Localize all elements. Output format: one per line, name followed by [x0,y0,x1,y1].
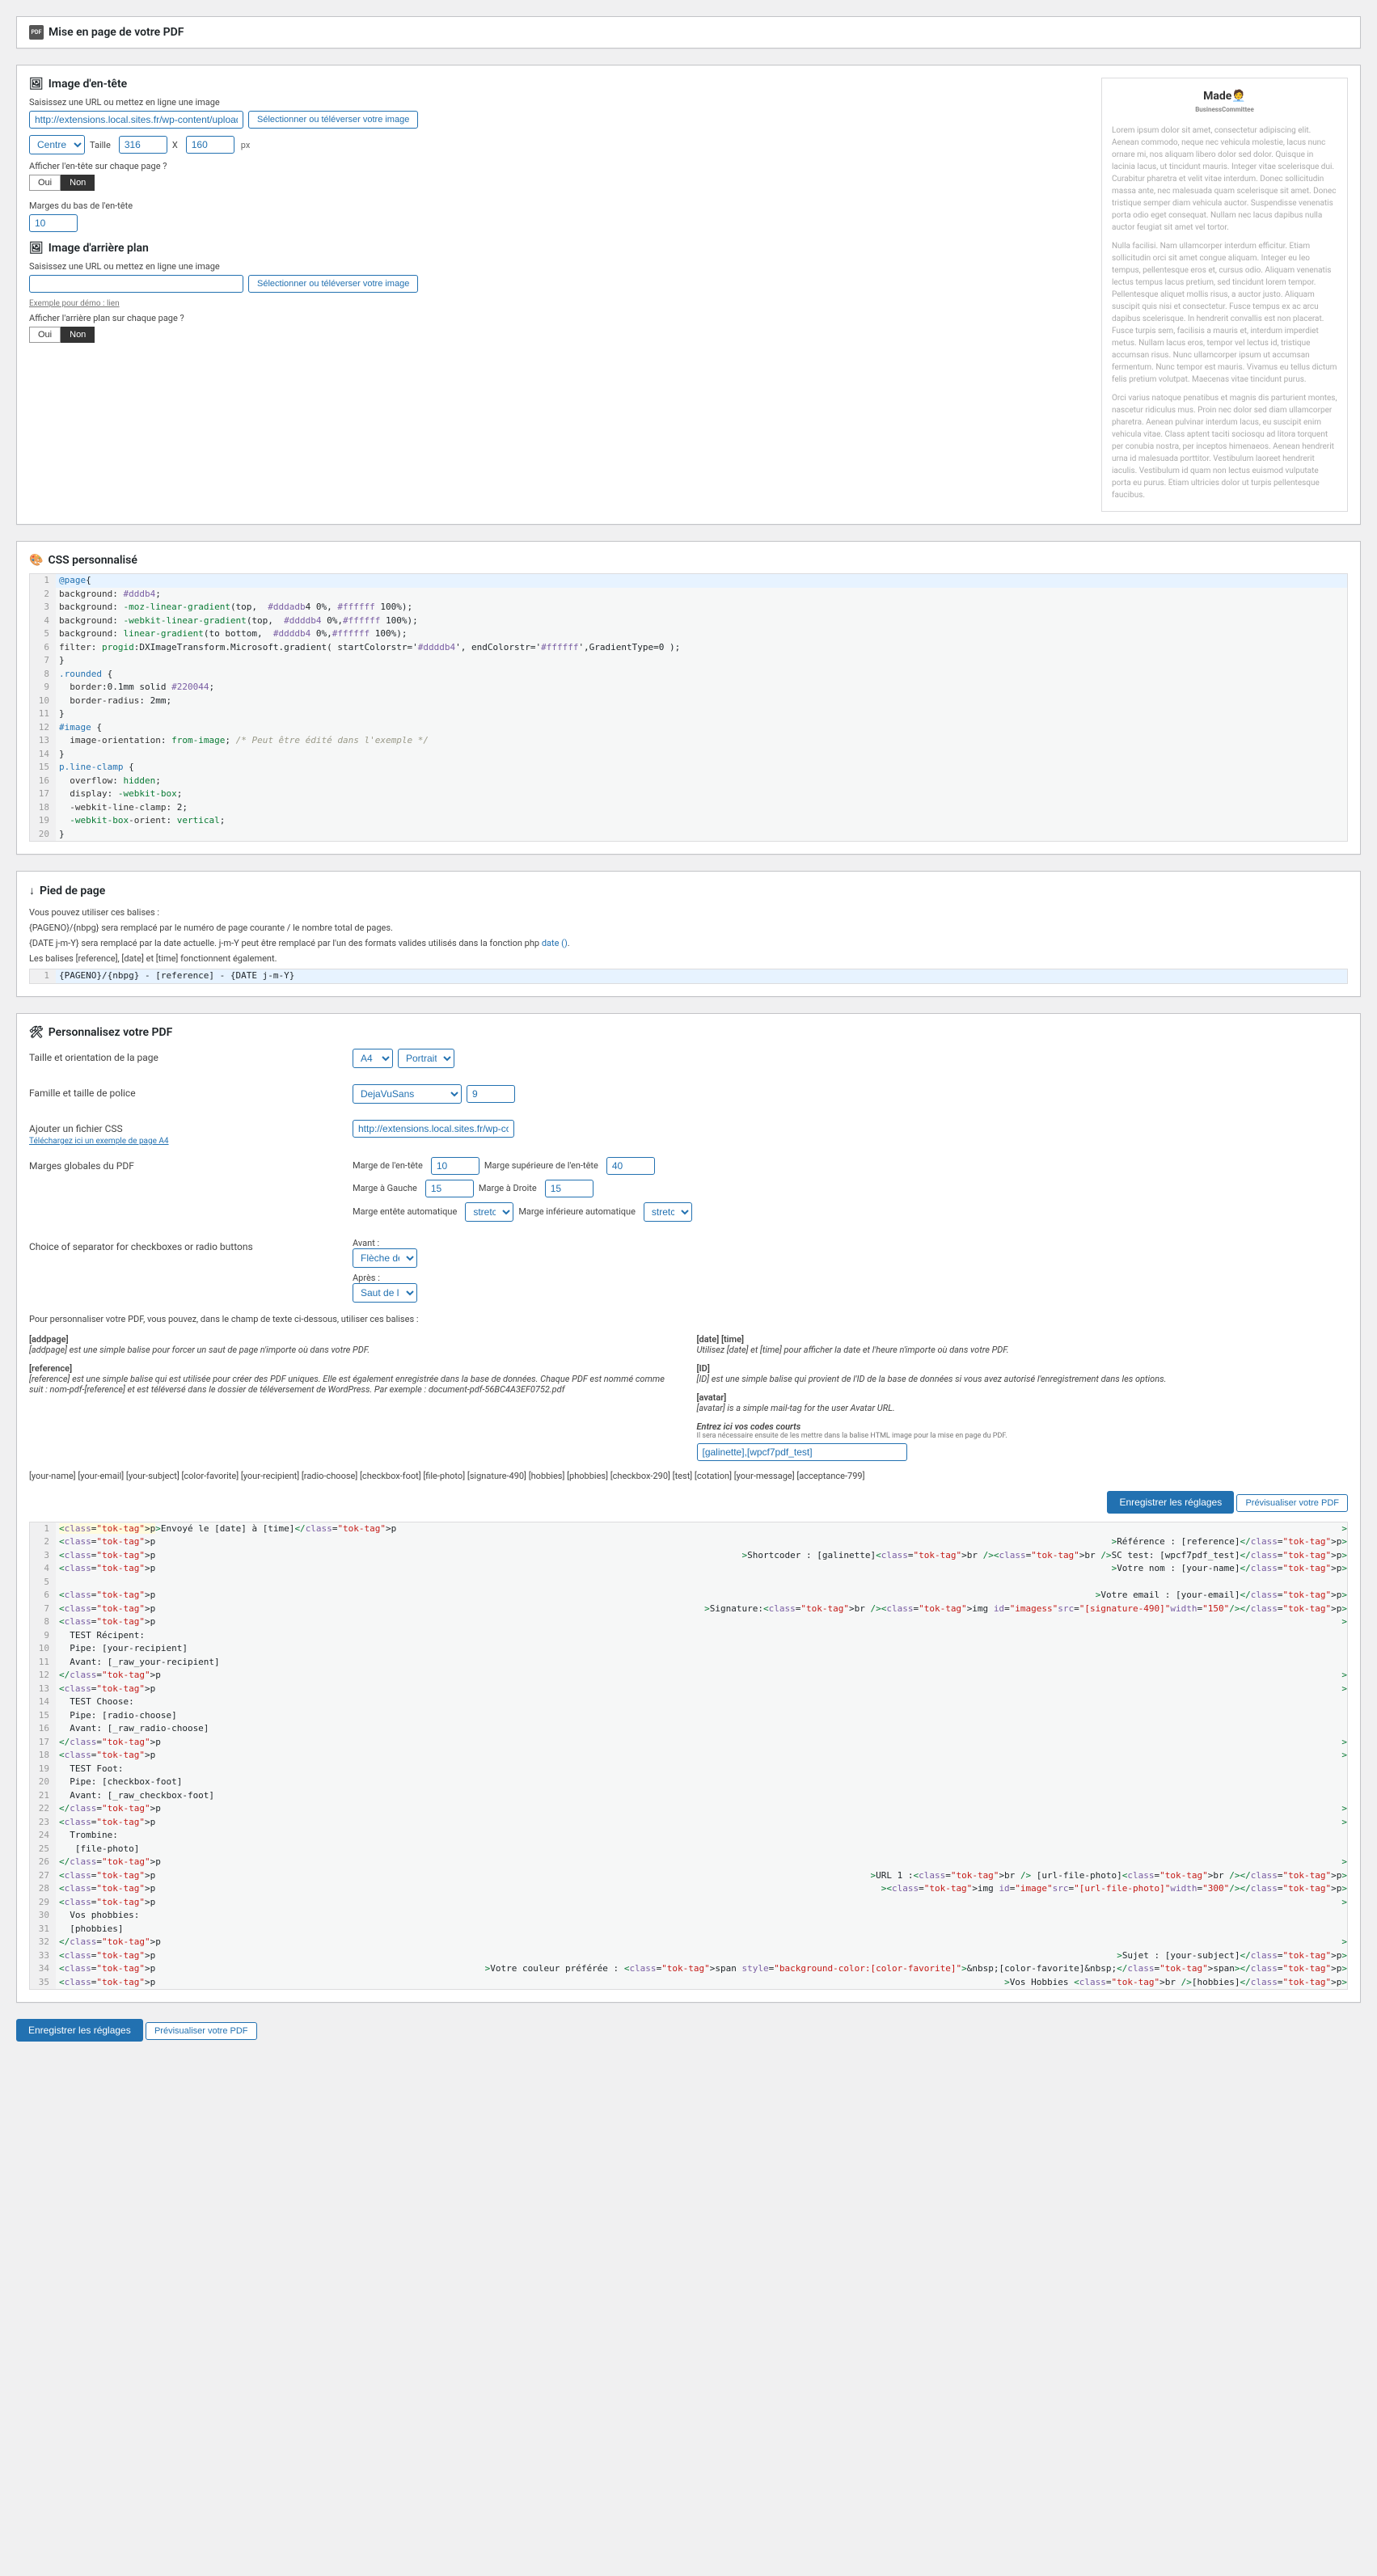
margin-right-label: Marge à Droite [479,1183,537,1193]
margin-auto-footer-select[interactable]: stretch [644,1202,692,1222]
sep-before-label: Avant : [353,1238,1345,1248]
header-height-input[interactable] [186,136,234,154]
save-button-inline[interactable]: Enregistrer les réglages [1107,1491,1234,1514]
header-url-label: Saisissez une URL ou mettez en ligne une… [29,97,1085,108]
bg-url-input[interactable] [29,275,243,293]
preview-logo-text: Made [1203,90,1231,103]
header-width-input[interactable] [119,136,167,154]
shortcodes-hint: Il sera nécessaire ensuite de les mettre… [697,1432,1349,1440]
preview-button[interactable]: Prévisualiser votre PDF [146,2022,257,2040]
header-margin-label: Marges du bas de l'en-tête [29,201,1085,211]
date-tag: [date] [time] [697,1334,1349,1345]
shortcodes-input[interactable] [697,1443,907,1461]
sep-after-label: Après : [353,1273,1345,1283]
css-icon: 🎨 [29,554,43,567]
margin-auto-header-label: Marge entête automatique [353,1206,457,1217]
preview-button-inline[interactable]: Prévisualiser votre PDF [1236,1494,1348,1512]
footer-title: Pied de page [40,885,105,897]
margin-header-input[interactable] [431,1157,479,1175]
bg-title: Image d'arrière plan [49,242,149,255]
add-css-label: Ajouter un fichier CSS [29,1123,353,1134]
sep-after-select[interactable]: Saut de ligne [353,1283,417,1303]
ref-desc: [reference] est une simple balise qui es… [29,1374,681,1395]
footer-line2: {DATE j-m-Y} sera remplacé par la date a… [29,938,1348,948]
addpage-desc: [addpage] est une simple balise pour for… [29,1345,681,1355]
avatar-desc: [avatar] is a simple mail-tag for the us… [697,1403,1349,1413]
css-hint-link[interactable]: Téléchargez ici un exemple de page A4 [29,1137,353,1146]
header-margin-input[interactable] [29,214,78,232]
font-family-select[interactable]: DejaVuSans [353,1084,462,1104]
page-title: Mise en page de votre PDF [49,26,184,39]
bg-upload-button[interactable]: Sélectionner ou téléverser votre image [248,275,418,293]
bg-demo-hint[interactable]: Exemple pour démo : lien [29,299,1085,308]
avatar-tag: [avatar] [697,1392,1349,1403]
margin-left-input[interactable] [425,1180,474,1197]
font-size-input[interactable] [467,1085,515,1103]
available-tags: [your-name] [your-email] [your-subject] … [29,1471,1348,1481]
bg-show-yes[interactable]: Oui [29,327,61,343]
separator-label: Choice of separator for checkboxes or ra… [29,1238,353,1303]
date-desc: Utilisez [date] et [time] pour afficher … [697,1345,1349,1355]
bg-icon: 🖼 [29,242,44,255]
php-date-link[interactable]: date () [542,938,568,948]
margin-top-label: Marge supérieure de l'en-tête [484,1160,598,1171]
x-label: X [172,140,178,150]
margin-top-input[interactable] [606,1157,655,1175]
pdf-icon: PDF [29,25,44,40]
header-image-url-input[interactable] [29,111,243,129]
customize-title: Personnalisez votre PDF [49,1026,173,1039]
preview-logo-sub: BusinessCommittee [1112,105,1337,115]
css-editor[interactable]: 1@page{2background: #dddb4;3background: … [29,573,1348,842]
bg-show-no[interactable]: Non [61,327,95,343]
pdf-preview: Made🧑‍💼 BusinessCommittee Lorem ipsum do… [1101,78,1348,512]
preview-p3: Orci varius natoque penatibus et magnis … [1112,392,1337,501]
size-orientation-label: Taille et orientation de la page [29,1049,353,1073]
header-show-no[interactable]: Non [61,175,95,191]
footer-intro: Vous pouvez utiliser ces balises : [29,907,1348,918]
size-label: Taille [90,140,111,150]
margin-left-label: Marge à Gauche [353,1183,417,1193]
ref-tag: [reference] [29,1363,681,1374]
css-file-input[interactable] [353,1120,514,1138]
global-margins-label: Marges globales du PDF [29,1157,353,1227]
preview-p1: Lorem ipsum dolor sit amet, consectetur … [1112,125,1337,234]
css-title: CSS personnalisé [48,554,137,567]
sep-before-select[interactable]: Flèche de droite [353,1248,417,1268]
header-align-select[interactable]: Centre [29,135,85,154]
margin-auto-footer-label: Marge inférieure automatique [518,1206,636,1217]
settings-icon: 🛠 [29,1026,44,1039]
bg-show-label: Afficher l'arrière plan sur chaque page … [29,313,1085,323]
header-image-title: Image d'en-tête [49,78,127,91]
header-show-yes[interactable]: Oui [29,175,61,191]
id-desc: [ID] est une simple balise qui provient … [697,1374,1349,1384]
balise-intro: Pour personnaliser votre PDF, vous pouve… [29,1314,1348,1324]
down-arrow-icon: ↓ [29,884,35,897]
shortcodes-label: Entrez ici vos codes courts [697,1421,1349,1432]
id-tag: [ID] [697,1363,1349,1374]
margin-auto-header-select[interactable]: stretch [465,1202,513,1222]
image-icon: 🖼 [29,78,44,91]
bg-url-label: Saisissez une URL ou mettez en ligne une… [29,261,1085,272]
addpage-tag: [addpage] [29,1334,681,1345]
footer-line1: {PAGENO}/{nbpg} sera remplacé par le num… [29,923,1348,933]
html-template-editor[interactable]: 1<class="tok-tag">p>Envoyé le [date] à [… [29,1522,1348,1991]
orientation-select[interactable]: Portrait [398,1049,454,1068]
px-label: px [241,140,251,150]
save-button[interactable]: Enregistrer les réglages [16,2019,143,2042]
header-upload-button[interactable]: Sélectionner ou téléverser votre image [248,111,418,129]
margin-header-label: Marge de l'en-tête [353,1160,423,1171]
page-size-select[interactable]: A4 [353,1049,393,1068]
footer-code-line[interactable]: 1{PAGENO}/{nbpg} - [reference] - {DATE j… [29,969,1348,984]
footer-line3: Les balises [reference], [date] et [time… [29,953,1348,964]
preview-p2: Nulla facilisi. Nam ullamcorper interdum… [1112,240,1337,386]
show-header-label: Afficher l'en-tête sur chaque page ? [29,161,1085,171]
font-label: Famille et taille de police [29,1084,353,1109]
margin-right-input[interactable] [545,1180,593,1197]
